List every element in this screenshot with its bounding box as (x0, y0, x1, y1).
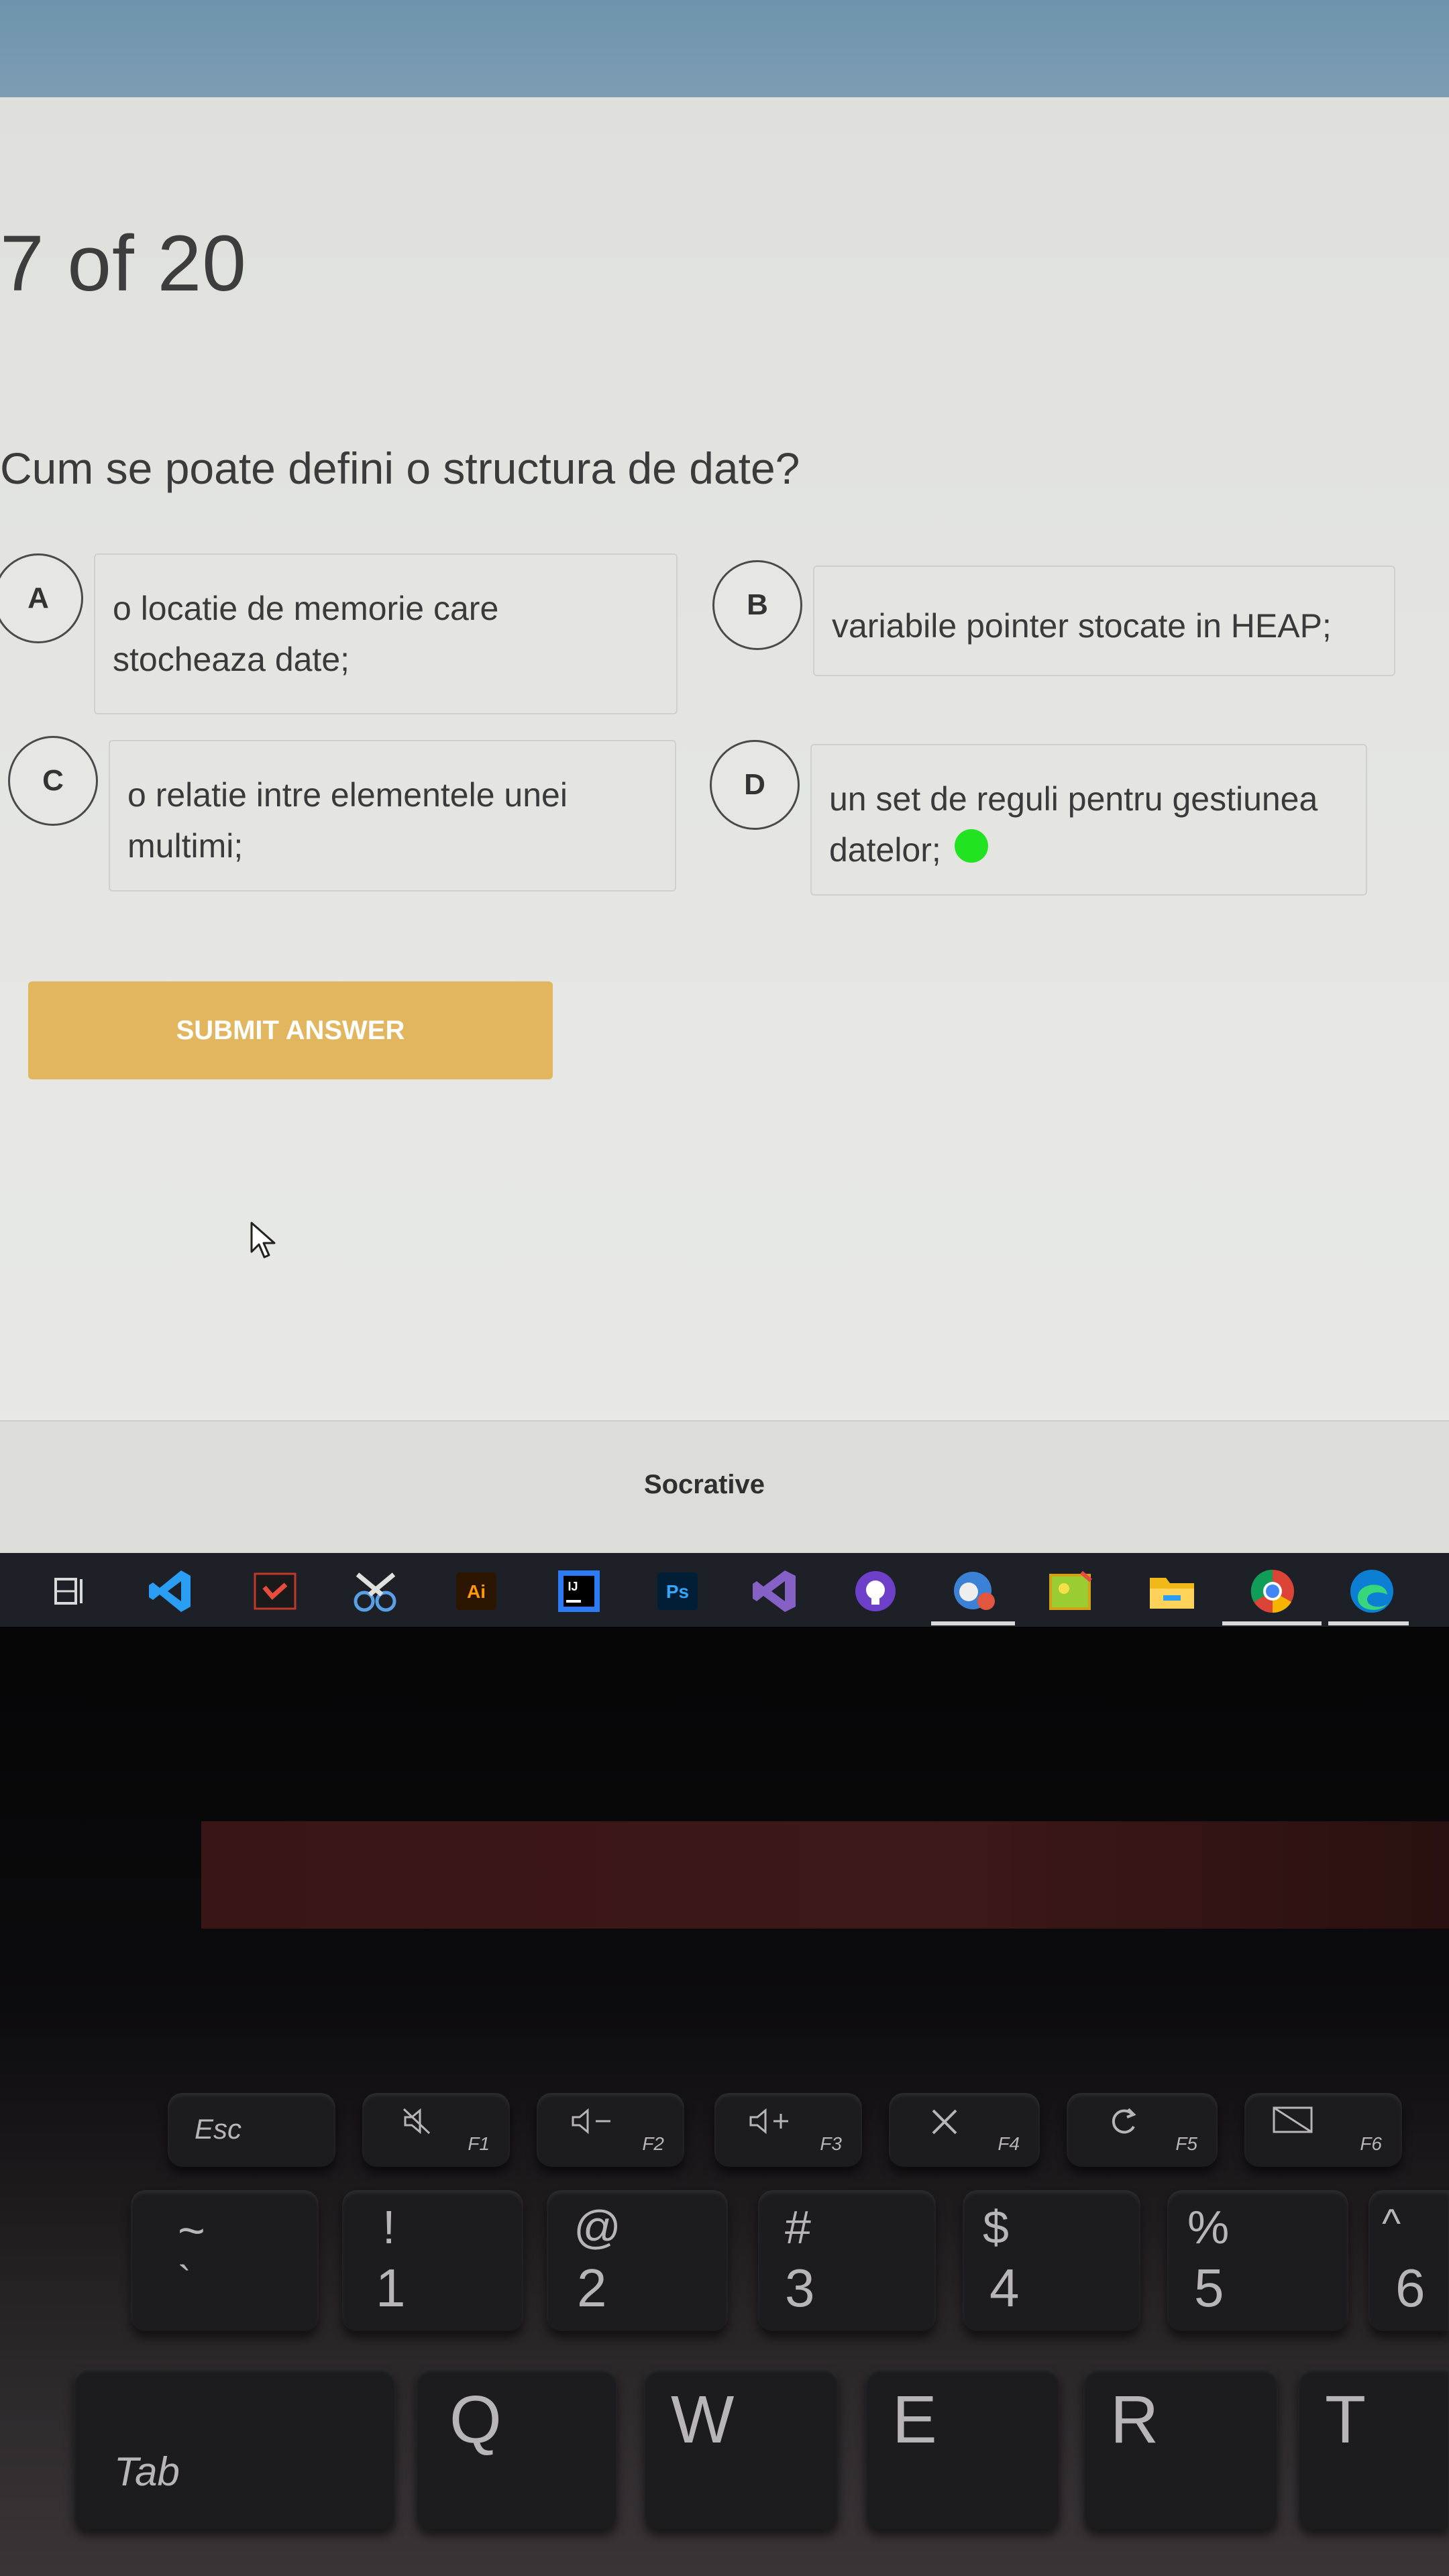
option-b-box[interactable]: variabile pointer stocate in HEAP; (813, 566, 1395, 676)
key-w[interactable]: W (644, 2368, 839, 2529)
key-2-top: @ (574, 2201, 622, 2253)
key-r-label: R (1110, 2382, 1159, 2457)
image-app-icon[interactable] (1048, 1568, 1095, 1615)
key-f3-label: F3 (820, 2133, 842, 2154)
key-tab[interactable]: Tab (74, 2368, 396, 2529)
option-c-letter[interactable]: C (8, 736, 98, 826)
mic-mute-icon (932, 2109, 957, 2135)
key-5-top: % (1187, 2201, 1230, 2253)
refresh-icon (1112, 2108, 1136, 2134)
chrome-icon[interactable] (1249, 1568, 1296, 1615)
key-f1-label: F1 (468, 2133, 490, 2154)
key-4-bottom: 4 (989, 2258, 1020, 2318)
volume-up-icon (749, 2108, 788, 2135)
file-explorer-icon[interactable] (1148, 1568, 1195, 1615)
illustrator-icon-label: Ai (467, 1581, 486, 1602)
option-d-box[interactable]: un set de reguli pentru gestiunea datelo… (810, 744, 1367, 896)
snipping-tool-icon[interactable] (352, 1568, 399, 1615)
active-app-indicator (931, 1621, 1015, 1625)
github-desktop-icon[interactable] (852, 1568, 899, 1615)
pdf-reader-icon[interactable] (252, 1568, 299, 1615)
app-footer: Socrative (0, 1420, 1449, 1554)
option-d-text: un set de reguli pentru gestiunea datelo… (829, 780, 1318, 869)
question-progress: 7 of 20 (0, 219, 247, 308)
key-q-label: Q (449, 2382, 502, 2457)
option-a-text: o locatie de memorie care stocheaza date… (113, 590, 499, 678)
intellij-icon[interactable]: IJ (555, 1568, 602, 1615)
key-t[interactable]: T (1298, 2368, 1449, 2529)
key-f5-label: F5 (1175, 2133, 1197, 2154)
key-f6-label: F6 (1360, 2133, 1382, 2154)
option-c-box[interactable]: o relatie intre elementele unei multimi; (109, 740, 676, 892)
key-3-top: # (785, 2201, 811, 2253)
option-d-letter[interactable]: D (710, 740, 800, 830)
option-a-letter[interactable]: A (0, 553, 83, 643)
key-1-bottom: 1 (376, 2258, 406, 2318)
visual-studio-icon[interactable] (751, 1568, 798, 1615)
key-2-bottom: 2 (577, 2258, 607, 2318)
quiz-screen: 7 of 20 Cum se poate defini o structura … (0, 97, 1449, 1554)
selection-dot (954, 828, 988, 863)
key-1[interactable]: ! 1 (342, 2190, 523, 2331)
key-f5[interactable]: F5 (1067, 2093, 1218, 2167)
vscode-icon[interactable] (148, 1568, 195, 1615)
key-6[interactable]: ^ 6 (1368, 2190, 1449, 2331)
key-tab-label: Tab (114, 2449, 180, 2494)
photoshop-icon[interactable]: Ps (654, 1568, 701, 1615)
key-3-bottom: 3 (785, 2258, 815, 2318)
task-view-icon[interactable] (47, 1568, 94, 1615)
key-f2-label: F2 (642, 2133, 664, 2154)
edge-icon[interactable] (1348, 1568, 1395, 1615)
key-backtick-bottom: ` (178, 2258, 191, 2303)
key-5[interactable]: % 5 (1167, 2190, 1348, 2331)
key-3[interactable]: #3 (758, 2190, 936, 2331)
key-esc[interactable]: Esc (168, 2093, 335, 2167)
key-6-bottom: 6 (1395, 2258, 1426, 2318)
key-esc-label: Esc (195, 2113, 242, 2145)
key-e-label: E (892, 2382, 937, 2457)
key-4-top: $ (983, 2201, 1009, 2253)
volume-down-icon (572, 2108, 610, 2135)
edge-active-indicator (1328, 1621, 1409, 1625)
key-q[interactable]: Q (416, 2368, 617, 2529)
illustrator-icon[interactable]: Ai (453, 1568, 500, 1615)
photoshop-icon-label: Ps (666, 1581, 689, 1602)
laptop-hinge-reflection (201, 1821, 1449, 1929)
key-backtick-top: ~ (178, 2204, 205, 2257)
key-f4[interactable]: F4 (889, 2093, 1040, 2167)
key-backtick[interactable]: ~ ` (131, 2190, 319, 2331)
laptop-keyboard: Esc F1 F2 F3 F4 F5 F6 ~ ` ! 1 @2 #3 $4 % 5 … (0, 2073, 1449, 2576)
key-t-label: T (1325, 2382, 1366, 2457)
key-e[interactable]: E (865, 2368, 1060, 2529)
submit-answer-button[interactable]: SUBMIT ANSWER (28, 981, 553, 1079)
key-w-label: W (671, 2382, 735, 2457)
question-text: Cum se poate defini o structura de date? (0, 443, 800, 493)
key-5-bottom: 5 (1194, 2258, 1224, 2318)
key-f6[interactable]: F6 (1244, 2093, 1402, 2167)
mouse-cursor-icon (250, 1222, 276, 1258)
chrome-active-indicator (1222, 1621, 1322, 1625)
key-4[interactable]: $4 (963, 2190, 1140, 2331)
socrative-brand: Socrative (643, 1470, 765, 1499)
touchpad-icon (1273, 2106, 1313, 2133)
intellij-icon-label: IJ (568, 1580, 578, 1593)
key-r[interactable]: R (1083, 2368, 1278, 2529)
windows-taskbar: Ai IJ Ps (0, 1553, 1449, 1627)
option-a-box[interactable]: o locatie de memorie care stocheaza date… (94, 553, 678, 714)
key-f2[interactable]: F2 (537, 2093, 684, 2167)
option-b-text: variabile pointer stocate in HEAP; (832, 607, 1332, 645)
game-app-icon[interactable] (951, 1568, 998, 1615)
mute-icon (402, 2108, 431, 2135)
key-f4-label: F4 (998, 2133, 1020, 2154)
option-b-letter[interactable]: B (712, 560, 802, 650)
option-c-text: o relatie intre elementele unei multimi; (127, 776, 568, 865)
key-f1[interactable]: F1 (362, 2093, 510, 2167)
key-f3[interactable]: F3 (714, 2093, 862, 2167)
key-2[interactable]: @2 (547, 2190, 728, 2331)
key-6-top: ^ (1382, 2201, 1401, 2246)
key-1-top: ! (382, 2201, 396, 2253)
